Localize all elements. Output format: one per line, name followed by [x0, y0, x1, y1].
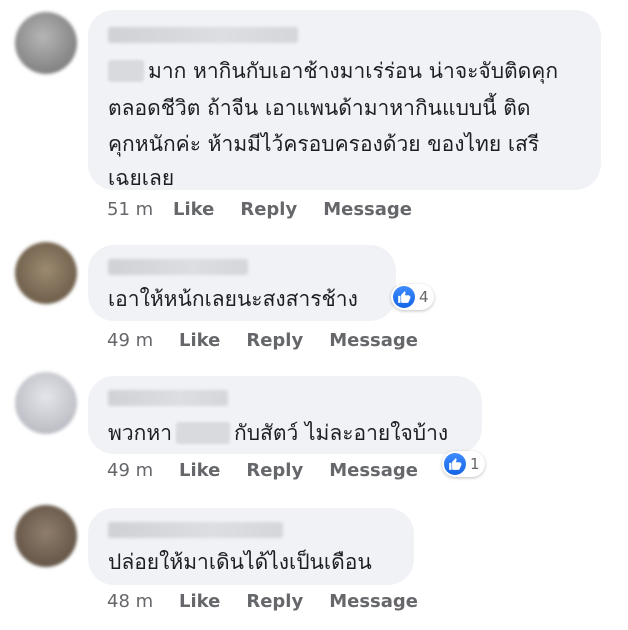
like-button[interactable]: Like: [179, 330, 220, 351]
reply-button[interactable]: Reply: [240, 199, 297, 220]
commenter-name[interactable]: [108, 27, 298, 43]
reaction-count: 1: [470, 455, 480, 473]
commenter-name[interactable]: [108, 259, 248, 275]
comment-bubble: ปล่อยให้มาเดินได้ไงเป็นเดือน: [88, 508, 414, 585]
like-button[interactable]: Like: [179, 460, 220, 481]
comment-text: มาก หากินกับเอาช้างมาเร่ร่อน น่าจะจับติด…: [108, 54, 558, 87]
message-button[interactable]: Message: [329, 591, 418, 612]
comment-text: พวกหา กับสัตว์ ไม่ละอายใจบ้าง: [108, 421, 449, 445]
comment-actions: 48 m Like Reply Message: [107, 591, 444, 612]
reply-button[interactable]: Reply: [246, 330, 303, 351]
comment-text: เอาให้หน้กเลยนะสงสารช้าง: [108, 287, 358, 311]
timestamp[interactable]: 49 m: [107, 460, 179, 481]
redacted-text: [108, 60, 144, 82]
message-button[interactable]: Message: [329, 460, 418, 481]
timestamp[interactable]: 49 m: [107, 330, 179, 351]
like-thumb-icon: [393, 286, 415, 308]
redacted-text: [175, 422, 230, 444]
reaction-badge[interactable]: 1: [442, 451, 485, 477]
reply-button[interactable]: Reply: [246, 591, 303, 612]
message-button[interactable]: Message: [329, 330, 418, 351]
reaction-badge[interactable]: 4: [391, 284, 434, 310]
timestamp[interactable]: 51 m: [107, 199, 173, 220]
comment-text: ตลอดชีวิต ถ้าจีน เอาแพนด้ามาหากินแบบนี้ …: [108, 96, 531, 120]
reply-button[interactable]: Reply: [246, 460, 303, 481]
avatar[interactable]: [15, 242, 77, 304]
comment-actions: 51 m Like Reply Message: [107, 199, 438, 220]
comment-actions: 49 m Like Reply Message: [107, 330, 444, 351]
like-thumb-icon: [444, 453, 466, 475]
comment-text: คุกหนักค่ะ ห้ามมีไว้ครอบครองด้วย ของไทย …: [108, 132, 540, 156]
like-button[interactable]: Like: [179, 591, 220, 612]
commenter-name[interactable]: [108, 522, 283, 538]
comment-actions: 49 m Like Reply Message: [107, 460, 444, 481]
commenter-name[interactable]: [108, 390, 228, 406]
avatar[interactable]: [15, 372, 77, 434]
comment-text: เฉยเลย: [108, 166, 175, 190]
comment-bubble: เอาให้หน้กเลยนะสงสารช้าง: [88, 245, 396, 321]
comment-text: ปล่อยให้มาเดินได้ไงเป็นเดือน: [108, 550, 372, 574]
comment-bubble: พวกหา กับสัตว์ ไม่ละอายใจบ้าง: [88, 376, 482, 454]
reaction-count: 4: [419, 288, 429, 306]
avatar[interactable]: [15, 12, 77, 74]
timestamp[interactable]: 48 m: [107, 591, 179, 612]
avatar[interactable]: [15, 505, 77, 567]
message-button[interactable]: Message: [323, 199, 412, 220]
like-button[interactable]: Like: [173, 199, 214, 220]
comment-bubble: มาก หากินกับเอาช้างมาเร่ร่อน น่าจะจับติด…: [88, 10, 601, 190]
